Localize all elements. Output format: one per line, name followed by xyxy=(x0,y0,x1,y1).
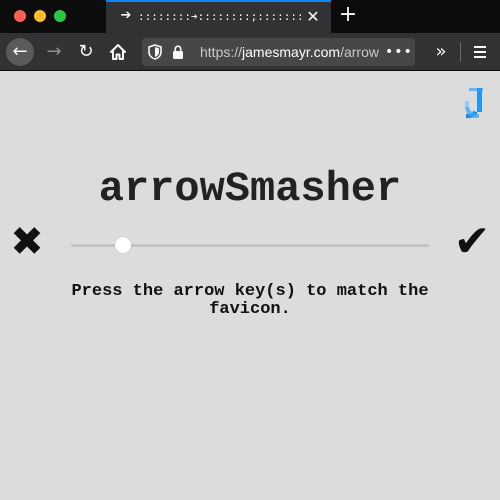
more-dots-icon[interactable]: ••• xyxy=(385,43,412,61)
navigation-toolbar: ← → ↻ https://jamesmayr.com/arrow ••• » xyxy=(0,33,500,71)
url-path: /arrow xyxy=(340,44,379,60)
menu-line xyxy=(474,46,486,48)
jm-logo-icon[interactable] xyxy=(463,86,487,120)
url-host: jamesmayr.com xyxy=(242,44,341,60)
minimize-window-button[interactable] xyxy=(34,10,46,22)
back-button[interactable]: ← xyxy=(6,38,34,66)
page-content: arrowSmasher ✖ ✔ Press the arrow key(s) … xyxy=(0,71,500,500)
heavy-check-icon: ✔ xyxy=(453,216,491,267)
close-icon[interactable]: ✕ xyxy=(305,9,321,25)
back-arrow-icon: ← xyxy=(12,41,28,62)
reload-icon: ↻ xyxy=(78,41,94,62)
instructions-text: Press the arrow key(s) to match the favi… xyxy=(71,282,429,319)
active-tab[interactable]: ➔ ::::::::➔::::::::;:::::::::: ✕ xyxy=(106,0,331,33)
double-chevron-icon[interactable]: » xyxy=(427,38,455,66)
url-text[interactable]: https://jamesmayr.com/arrow xyxy=(200,43,385,61)
heavy-x-icon: ✖ xyxy=(10,219,44,265)
forward-button[interactable]: → xyxy=(40,38,68,66)
home-button[interactable] xyxy=(104,38,132,66)
url-scheme: https:// xyxy=(200,44,243,60)
menu-line xyxy=(474,56,486,58)
shield-icon[interactable] xyxy=(148,44,162,60)
progress-knob[interactable] xyxy=(115,237,132,253)
hamburger-menu-icon[interactable] xyxy=(466,38,494,66)
close-window-button[interactable] xyxy=(14,10,26,22)
reload-button[interactable]: ↻ xyxy=(72,38,100,66)
home-icon xyxy=(110,44,126,60)
forward-arrow-icon: → xyxy=(46,41,62,62)
toolbar-divider xyxy=(460,42,461,62)
browser-titlebar: ➔ ::::::::➔::::::::;:::::::::: ✕ + xyxy=(0,0,500,33)
maximize-window-button[interactable] xyxy=(54,10,66,22)
lock-icon[interactable] xyxy=(172,45,184,59)
menu-line xyxy=(474,51,486,53)
plus-icon[interactable]: + xyxy=(337,4,359,26)
progress-track xyxy=(71,237,429,253)
page-title: arrowSmasher xyxy=(98,165,402,213)
right-arrow-icon: ➔ xyxy=(120,8,132,23)
url-bar[interactable]: https://jamesmayr.com/arrow ••• xyxy=(142,38,415,66)
tab-title: ::::::::➔::::::::;:::::::::: xyxy=(138,10,306,23)
